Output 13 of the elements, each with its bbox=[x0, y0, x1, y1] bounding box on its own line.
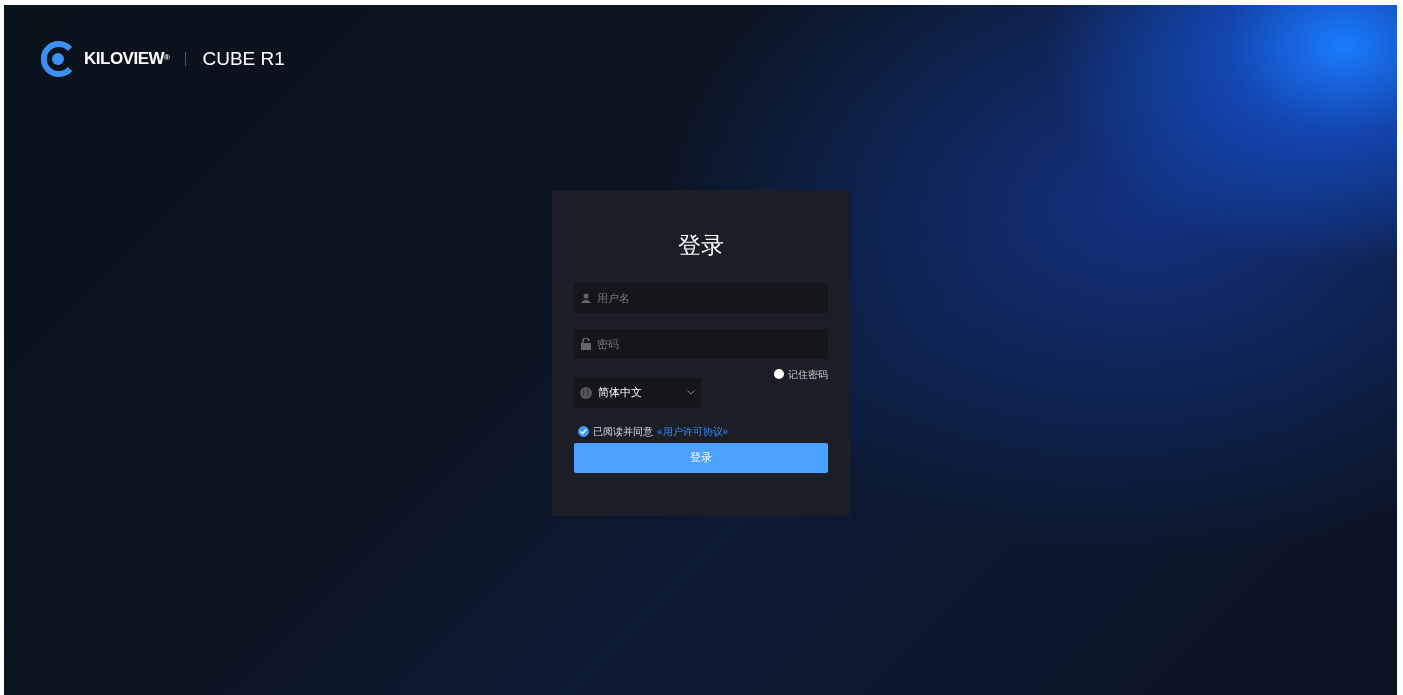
product-name: CUBE R1 bbox=[202, 46, 285, 71]
chevron-down-icon bbox=[687, 390, 695, 395]
login-title: 登录 bbox=[677, 231, 725, 260]
brand-name: KILOVIEW$^{®}$ bbox=[84, 48, 170, 71]
remember-radio[interactable] bbox=[774, 369, 784, 379]
language-select[interactable]: 简体中文 bbox=[574, 377, 701, 408]
agreement-text: 已阅读并同意 bbox=[593, 424, 653, 439]
remember-label: 记住密码 bbox=[788, 367, 828, 382]
agreement-checkbox[interactable] bbox=[578, 425, 589, 437]
globe-icon bbox=[580, 386, 592, 399]
agreement-link[interactable]: «用户许可协议» bbox=[657, 423, 729, 439]
username-field[interactable]: 用户名 bbox=[574, 282, 828, 313]
password-field[interactable]: 密码 bbox=[574, 328, 828, 359]
